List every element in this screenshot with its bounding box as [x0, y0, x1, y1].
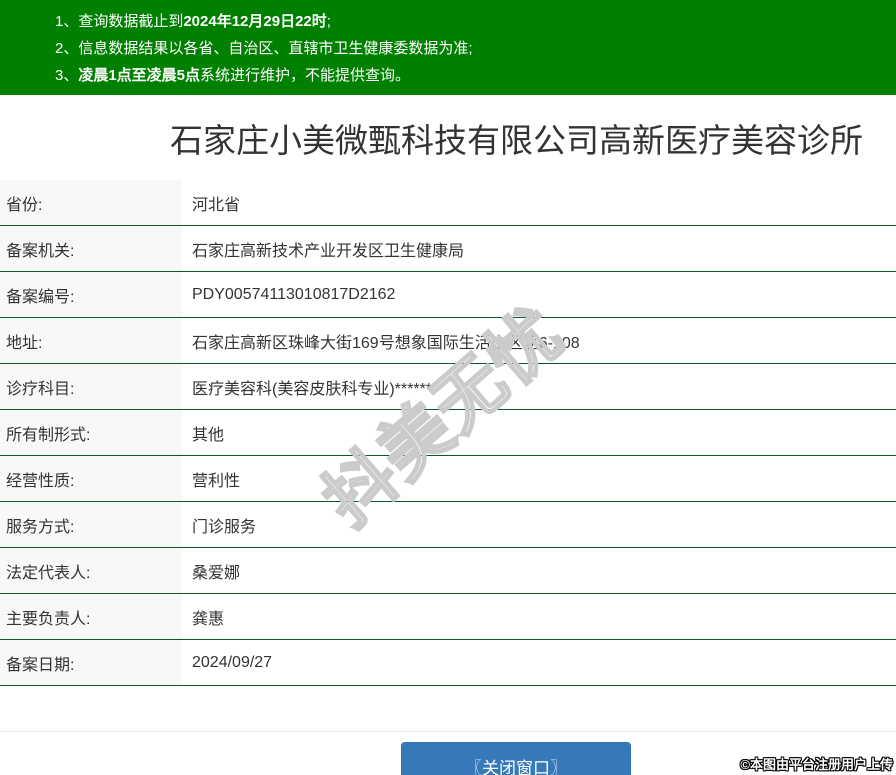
notice-1-text: 1、查询数据截止到 [55, 13, 183, 30]
row-label: 所有制形式: [0, 410, 182, 455]
copyright-note: ©本图由平台注册用户上传 [740, 754, 893, 773]
row-label: 备案编号: [0, 272, 182, 317]
title-section: 石家庄小美微甄科技有限公司高新医疗美容诊所 [0, 95, 896, 180]
row-value: 桑爱娜 [182, 548, 896, 593]
row-label: 备案日期: [0, 640, 182, 685]
row-label: 地址: [0, 318, 182, 363]
page-title: 石家庄小美微甄科技有限公司高新医疗美容诊所 [170, 114, 863, 162]
table-row-business-nature: 经营性质: 营利性 [0, 456, 896, 502]
row-label: 诊疗科目: [0, 364, 182, 409]
row-value: 河北省 [182, 180, 896, 225]
notice-line-1: 1、查询数据截止到2024年12月29日22时; [55, 8, 886, 35]
row-value: 其他 [182, 410, 896, 455]
table-row-medical-subjects: 诊疗科目: 医疗美容科(美容皮肤科专业)****** [0, 364, 896, 410]
notice-3-bold: 凌晨1点至凌晨5点 [78, 67, 200, 84]
row-label: 备案机关: [0, 226, 182, 271]
notice-line-3: 3、凌晨1点至凌晨5点系统进行维护，不能提供查询。 [55, 62, 886, 89]
notice-1-bold: 2024年12月29日22时 [183, 13, 326, 30]
row-value: PDY00574113010817D2162 [182, 272, 896, 317]
row-label: 主要负责人: [0, 594, 182, 639]
row-value: 营利性 [182, 456, 896, 501]
notice-3-suffix: 系统进行维护，不能提供查询。 [200, 67, 410, 84]
institution-info-table: 省份: 河北省 备案机关: 石家庄高新技术产业开发区卫生健康局 备案编号: PD… [0, 180, 896, 686]
notice-line-2: 2、信息数据结果以各省、自治区、直辖市卫生健康委数据为准; [55, 35, 886, 62]
table-row-legal-representative: 法定代表人: 桑爱娜 [0, 548, 896, 594]
row-value: 龚惠 [182, 594, 896, 639]
notice-1-suffix: ; [327, 13, 331, 30]
table-row-registration-number: 备案编号: PDY00574113010817D2162 [0, 272, 896, 318]
table-row-service-mode: 服务方式: 门诊服务 [0, 502, 896, 548]
notice-2-text: 2、信息数据结果以各省、自治区、直辖市卫生健康委数据为准; [55, 40, 473, 57]
row-label: 服务方式: [0, 502, 182, 547]
row-value: 医疗美容科(美容皮肤科专业)****** [182, 364, 896, 409]
row-value: 石家庄高新区珠峰大街169号想象国际生活小区北6-108 [182, 318, 896, 363]
table-row-address: 地址: 石家庄高新区珠峰大街169号想象国际生活小区北6-108 [0, 318, 896, 364]
row-value: 门诊服务 [182, 502, 896, 547]
notice-bar: 1、查询数据截止到2024年12月29日22时; 2、信息数据结果以各省、自治区… [0, 0, 896, 95]
table-row-registration-authority: 备案机关: 石家庄高新技术产业开发区卫生健康局 [0, 226, 896, 272]
row-label: 经营性质: [0, 456, 182, 501]
query-result-page: 1、查询数据截止到2024年12月29日22时; 2、信息数据结果以各省、自治区… [0, 0, 896, 775]
row-label: 省份: [0, 180, 182, 225]
table-row-registration-date: 备案日期: 2024/09/27 [0, 640, 896, 686]
footer-divider [0, 731, 896, 732]
table-row-ownership-form: 所有制形式: 其他 [0, 410, 896, 456]
table-row-main-person-in-charge: 主要负责人: 龚惠 [0, 594, 896, 640]
close-window-button[interactable]: 〖关闭窗口〗 [401, 742, 631, 775]
table-row-province: 省份: 河北省 [0, 180, 896, 226]
notice-3-text: 3、 [55, 67, 78, 84]
row-label: 法定代表人: [0, 548, 182, 593]
row-value: 石家庄高新技术产业开发区卫生健康局 [182, 226, 896, 271]
row-value: 2024/09/27 [182, 640, 896, 685]
